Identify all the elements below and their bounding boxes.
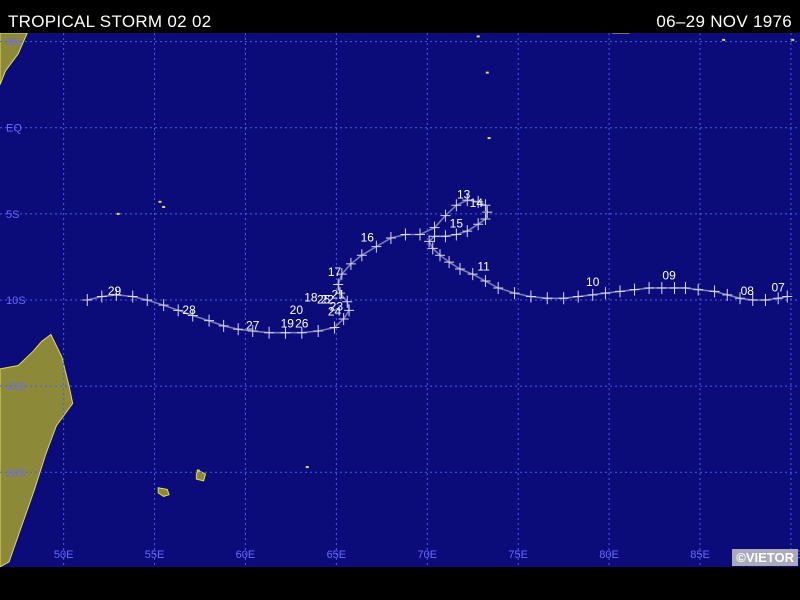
day-label-28: 28 bbox=[182, 303, 196, 317]
day-label-15: 15 bbox=[450, 217, 464, 231]
day-label-20: 20 bbox=[290, 303, 304, 317]
longitude-label: 70E bbox=[417, 549, 437, 561]
islet bbox=[476, 35, 480, 38]
latitude-label: 15S bbox=[6, 381, 26, 393]
day-label-29: 29 bbox=[108, 284, 122, 298]
day-label-14: 14 bbox=[470, 196, 484, 210]
storm-title: TROPICAL STORM 02 02 bbox=[8, 12, 212, 31]
day-label-24: 24 bbox=[328, 305, 342, 319]
day-label-27: 27 bbox=[246, 318, 260, 332]
day-label-25: 25 bbox=[317, 292, 331, 306]
day-label-19: 19 bbox=[281, 317, 295, 331]
islet bbox=[162, 205, 166, 208]
latitude-label: 5N bbox=[6, 37, 20, 49]
day-label-10: 10 bbox=[586, 275, 600, 289]
islet bbox=[485, 71, 489, 74]
day-label-17: 17 bbox=[328, 265, 342, 279]
longitude-label: 50E bbox=[54, 549, 74, 561]
storm-track-map: 50E55E60E65E70E75E80E85E90E5NEQ5S10S15S2… bbox=[0, 33, 800, 567]
islet bbox=[116, 212, 120, 215]
longitude-label: 75E bbox=[508, 549, 528, 561]
latitude-label: EQ bbox=[6, 123, 22, 135]
longitude-label: 55E bbox=[145, 549, 165, 561]
day-label-18: 18 bbox=[304, 291, 318, 305]
credit-badge: ©VIETOR bbox=[732, 549, 798, 566]
latitude-label: 10S bbox=[6, 295, 26, 307]
islet bbox=[487, 137, 491, 140]
day-label-11: 11 bbox=[477, 260, 490, 274]
latitude-label: 5S bbox=[6, 209, 19, 221]
islet bbox=[722, 38, 726, 41]
latitude-label: 20S bbox=[6, 467, 26, 479]
date-range: 06–29 NOV 1976 bbox=[656, 12, 792, 31]
longitude-label: 60E bbox=[236, 549, 256, 561]
longitude-label: 65E bbox=[327, 549, 347, 561]
longitude-label: 85E bbox=[690, 549, 710, 561]
longitude-label: 80E bbox=[599, 549, 619, 561]
day-label-26: 26 bbox=[295, 317, 309, 331]
islet bbox=[196, 469, 200, 472]
day-label-13: 13 bbox=[457, 187, 471, 201]
day-label-07: 07 bbox=[772, 280, 786, 294]
islet bbox=[305, 466, 309, 469]
islet bbox=[158, 200, 162, 203]
day-label-09: 09 bbox=[662, 268, 676, 282]
day-label-08: 08 bbox=[741, 284, 755, 298]
islet bbox=[791, 38, 795, 41]
day-label-16: 16 bbox=[361, 230, 375, 244]
